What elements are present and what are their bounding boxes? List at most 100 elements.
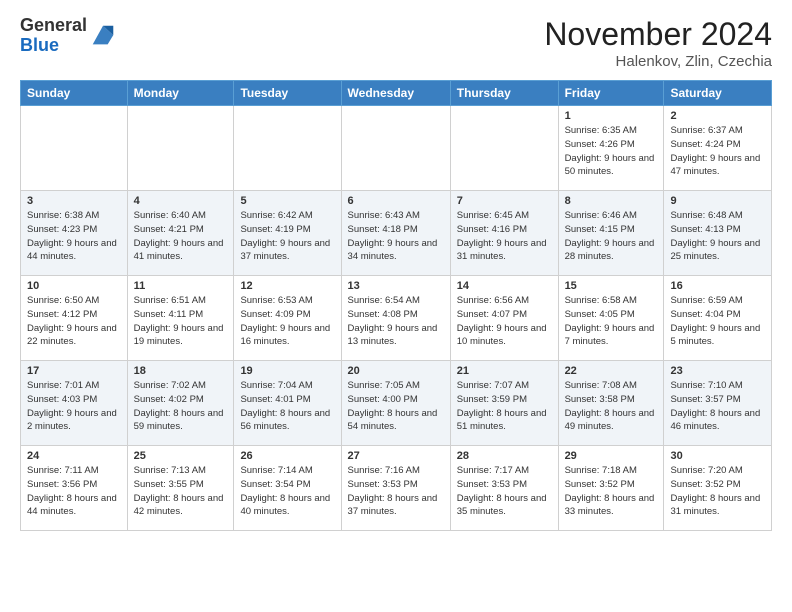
day-number: 10 [27, 280, 121, 292]
day-number: 27 [348, 450, 444, 462]
day-number: 5 [240, 195, 334, 207]
day-info: Sunrise: 7:17 AMSunset: 3:53 PMDaylight:… [457, 464, 552, 519]
calendar-cell: 11 Sunrise: 6:51 AMSunset: 4:11 PMDayligh… [127, 276, 234, 361]
day-number: 17 [27, 365, 121, 377]
calendar-row-2: 10 Sunrise: 6:50 AMSunset: 4:12 PMDayligh… [21, 276, 772, 361]
day-number: 15 [565, 280, 658, 292]
day-info: Sunrise: 7:18 AMSunset: 3:52 PMDaylight:… [565, 464, 658, 519]
col-header-tuesday: Tuesday [234, 81, 341, 106]
page: General Blue November 2024 Halenkov, Zli… [0, 0, 792, 612]
day-number: 21 [457, 365, 552, 377]
day-info: Sunrise: 6:58 AMSunset: 4:05 PMDaylight:… [565, 294, 658, 349]
day-info: Sunrise: 6:51 AMSunset: 4:11 PMDaylight:… [134, 294, 228, 349]
day-number: 25 [134, 450, 228, 462]
calendar-cell: 14Sunrise: 6:56 AMSunset: 4:07 PMDayligh… [450, 276, 558, 361]
calendar-title: November 2024 [544, 16, 772, 53]
calendar-cell: 5 Sunrise: 6:42 AMSunset: 4:19 PMDaylight… [234, 191, 341, 276]
day-number: 8 [565, 195, 658, 207]
day-info: Sunrise: 7:20 AMSunset: 3:52 PMDaylight:… [670, 464, 765, 519]
day-info: Sunrise: 6:54 AMSunset: 4:08 PMDaylight:… [348, 294, 444, 349]
day-number: 29 [565, 450, 658, 462]
day-info: Sunrise: 6:46 AMSunset: 4:15 PMDaylight:… [565, 209, 658, 264]
day-info: Sunrise: 6:42 AMSunset: 4:19 PMDaylight:… [240, 209, 334, 264]
col-header-thursday: Thursday [450, 81, 558, 106]
day-info: Sunrise: 7:02 AMSunset: 4:02 PMDaylight:… [134, 379, 228, 434]
day-number: 23 [670, 365, 765, 377]
day-info: Sunrise: 7:01 AMSunset: 4:03 PMDaylight:… [27, 379, 121, 434]
calendar-row-1: 3 Sunrise: 6:38 AMSunset: 4:23 PMDaylight… [21, 191, 772, 276]
day-number: 4 [134, 195, 228, 207]
calendar-cell: 19Sunrise: 7:04 AMSunset: 4:01 PMDayligh… [234, 361, 341, 446]
header: General Blue November 2024 Halenkov, Zli… [20, 16, 772, 70]
calendar-cell: 17 Sunrise: 7:01 AMSunset: 4:03 PMDayligh… [21, 361, 128, 446]
calendar-cell: 2 Sunrise: 6:37 AMSunset: 4:24 PMDaylight… [664, 106, 772, 191]
calendar-cell: 26Sunrise: 7:14 AMSunset: 3:54 PMDayligh… [234, 446, 341, 531]
calendar-cell: 13 Sunrise: 6:54 AMSunset: 4:08 PMDayligh… [341, 276, 450, 361]
col-header-friday: Friday [558, 81, 664, 106]
day-info: Sunrise: 6:53 AMSunset: 4:09 PMDaylight:… [240, 294, 334, 349]
day-number: 11 [134, 280, 228, 292]
calendar-body: 1 Sunrise: 6:35 AMSunset: 4:26 PMDaylight… [21, 106, 772, 531]
col-header-wednesday: Wednesday [341, 81, 450, 106]
calendar-cell: 29 Sunrise: 7:18 AMSunset: 3:52 PMDayligh… [558, 446, 664, 531]
calendar-cell: 10 Sunrise: 6:50 AMSunset: 4:12 PMDayligh… [21, 276, 128, 361]
calendar-cell: 15 Sunrise: 6:58 AMSunset: 4:05 PMDayligh… [558, 276, 664, 361]
calendar-subtitle: Halenkov, Zlin, Czechia [544, 53, 772, 70]
calendar-cell: 3 Sunrise: 6:38 AMSunset: 4:23 PMDaylight… [21, 191, 128, 276]
calendar-cell [234, 106, 341, 191]
day-number: 12 [240, 280, 334, 292]
calendar-cell: 16 Sunrise: 6:59 AMSunset: 4:04 PMDayligh… [664, 276, 772, 361]
day-info: Sunrise: 7:05 AMSunset: 4:00 PMDaylight:… [348, 379, 444, 434]
day-info: Sunrise: 6:37 AMSunset: 4:24 PMDaylight:… [670, 124, 765, 179]
calendar-cell [341, 106, 450, 191]
day-info: Sunrise: 6:35 AMSunset: 4:26 PMDaylight:… [565, 124, 658, 179]
day-info: Sunrise: 7:08 AMSunset: 3:58 PMDaylight:… [565, 379, 658, 434]
calendar-header: SundayMondayTuesdayWednesdayThursdayFrid… [21, 81, 772, 106]
calendar-cell: 22Sunrise: 7:08 AMSunset: 3:58 PMDayligh… [558, 361, 664, 446]
day-info: Sunrise: 6:40 AMSunset: 4:21 PMDaylight:… [134, 209, 228, 264]
calendar-cell [21, 106, 128, 191]
header-row: SundayMondayTuesdayWednesdayThursdayFrid… [21, 81, 772, 106]
day-info: Sunrise: 7:04 AMSunset: 4:01 PMDaylight:… [240, 379, 334, 434]
day-info: Sunrise: 7:07 AMSunset: 3:59 PMDaylight:… [457, 379, 552, 434]
day-number: 3 [27, 195, 121, 207]
day-number: 24 [27, 450, 121, 462]
day-info: Sunrise: 6:45 AMSunset: 4:16 PMDaylight:… [457, 209, 552, 264]
day-number: 18 [134, 365, 228, 377]
calendar-cell: 20 Sunrise: 7:05 AMSunset: 4:00 PMDayligh… [341, 361, 450, 446]
day-info: Sunrise: 6:43 AMSunset: 4:18 PMDaylight:… [348, 209, 444, 264]
calendar-cell: 23 Sunrise: 7:10 AMSunset: 3:57 PMDayligh… [664, 361, 772, 446]
calendar-cell [450, 106, 558, 191]
calendar-cell: 27 Sunrise: 7:16 AMSunset: 3:53 PMDayligh… [341, 446, 450, 531]
calendar-cell: 25 Sunrise: 7:13 AMSunset: 3:55 PMDayligh… [127, 446, 234, 531]
day-info: Sunrise: 7:16 AMSunset: 3:53 PMDaylight:… [348, 464, 444, 519]
calendar-cell [127, 106, 234, 191]
day-info: Sunrise: 6:59 AMSunset: 4:04 PMDaylight:… [670, 294, 765, 349]
day-number: 6 [348, 195, 444, 207]
logo: General Blue [20, 16, 117, 56]
day-number: 16 [670, 280, 765, 292]
day-number: 13 [348, 280, 444, 292]
calendar-cell: 6 Sunrise: 6:43 AMSunset: 4:18 PMDaylight… [341, 191, 450, 276]
calendar-cell: 30 Sunrise: 7:20 AMSunset: 3:52 PMDayligh… [664, 446, 772, 531]
day-number: 26 [240, 450, 334, 462]
logo-general: General [20, 15, 87, 35]
day-number: 2 [670, 110, 765, 122]
day-info: Sunrise: 7:10 AMSunset: 3:57 PMDaylight:… [670, 379, 765, 434]
calendar-cell: 1 Sunrise: 6:35 AMSunset: 4:26 PMDaylight… [558, 106, 664, 191]
day-number: 20 [348, 365, 444, 377]
logo-blue: Blue [20, 35, 59, 55]
day-number: 1 [565, 110, 658, 122]
calendar-cell: 12 Sunrise: 6:53 AMSunset: 4:09 PMDayligh… [234, 276, 341, 361]
calendar-row-0: 1 Sunrise: 6:35 AMSunset: 4:26 PMDaylight… [21, 106, 772, 191]
day-info: Sunrise: 7:13 AMSunset: 3:55 PMDaylight:… [134, 464, 228, 519]
title-block: November 2024 Halenkov, Zlin, Czechia [544, 16, 772, 70]
calendar-cell: 9Sunrise: 6:48 AMSunset: 4:13 PMDaylight… [664, 191, 772, 276]
calendar-row-4: 24Sunrise: 7:11 AMSunset: 3:56 PMDayligh… [21, 446, 772, 531]
day-number: 30 [670, 450, 765, 462]
calendar-cell: 8 Sunrise: 6:46 AMSunset: 4:15 PMDaylight… [558, 191, 664, 276]
calendar-cell: 28Sunrise: 7:17 AMSunset: 3:53 PMDayligh… [450, 446, 558, 531]
col-header-sunday: Sunday [21, 81, 128, 106]
day-info: Sunrise: 6:38 AMSunset: 4:23 PMDaylight:… [27, 209, 121, 264]
day-info: Sunrise: 6:50 AMSunset: 4:12 PMDaylight:… [27, 294, 121, 349]
